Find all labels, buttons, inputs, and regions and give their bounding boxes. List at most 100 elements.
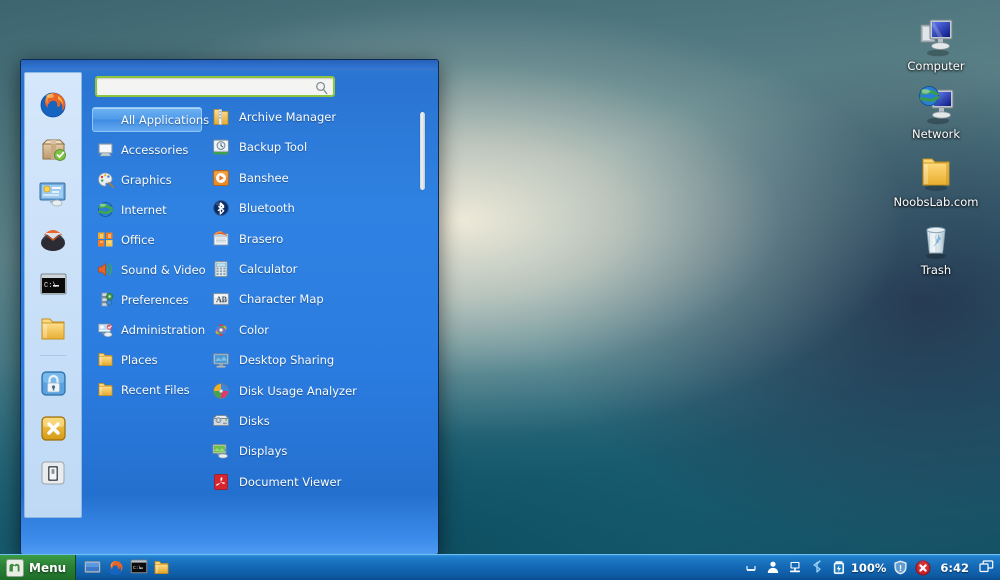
category-all-applications[interactable]: All Applications	[92, 107, 209, 132]
firefox-icon[interactable]	[107, 559, 124, 576]
search-box[interactable]	[95, 76, 335, 97]
minimize-tray-icon[interactable]	[744, 560, 759, 575]
desktop-sharing-icon	[212, 351, 230, 369]
thunderbird-icon	[38, 225, 68, 253]
app-label: Color	[239, 322, 270, 337]
app-archive-manager[interactable]: Archive Manager	[208, 106, 432, 128]
app-color[interactable]: Color	[208, 319, 432, 341]
category-graphics[interactable]: Graphics	[92, 167, 202, 192]
search-icon[interactable]	[315, 81, 328, 95]
places-icon	[97, 351, 114, 368]
category-places[interactable]: Places	[92, 347, 202, 372]
banshee-icon	[212, 169, 230, 187]
menu-favorites-panel: C:\	[24, 72, 82, 518]
favorite-logout[interactable]	[31, 406, 75, 450]
desktop-icon-label: Trash	[920, 263, 952, 277]
desktop-icon-computer[interactable]: Computer	[884, 14, 988, 73]
calculator-icon	[212, 260, 230, 278]
menu-application-list[interactable]: Archive Manager Backup Tool Banshee Blue…	[202, 106, 432, 554]
desktop-icon-label: NoobsLab.com	[893, 195, 979, 209]
firefox-icon	[38, 89, 68, 119]
svg-text:B: B	[222, 295, 228, 304]
menu-title-strip	[21, 60, 438, 70]
favorite-thunderbird[interactable]	[31, 217, 75, 261]
desktop-icon-noobslab[interactable]: NoobsLab.com	[884, 150, 988, 209]
desktop-icon-trash[interactable]: Trash	[884, 218, 988, 277]
favorite-software-manager[interactable]	[31, 127, 75, 171]
internet-icon	[97, 201, 114, 218]
category-label: Internet	[121, 202, 167, 217]
app-label: Bluetooth	[239, 201, 295, 216]
mint-logo-icon	[6, 558, 24, 577]
bluetooth-icon	[212, 199, 230, 217]
terminal-icon[interactable]: C:\	[130, 559, 148, 576]
category-sound-video[interactable]: Sound & Video	[92, 257, 206, 282]
app-character-map[interactable]: A B Character Map	[208, 288, 432, 310]
menu-categories-list: All Applications Accessories Graphics In…	[92, 106, 209, 554]
category-label: Recent Files	[121, 382, 190, 397]
files-icon[interactable]	[153, 559, 170, 576]
mint-menu-window[interactable]: C:\ All Applications Accessories Graphic…	[20, 59, 439, 555]
computer-icon	[912, 14, 960, 58]
app-document-viewer[interactable]: Document Viewer	[208, 471, 432, 493]
category-accessories[interactable]: Accessories	[92, 137, 202, 162]
error-badge-icon[interactable]	[915, 560, 931, 576]
app-bluetooth[interactable]: Bluetooth	[208, 197, 432, 219]
update-shield-icon[interactable]	[893, 560, 908, 575]
document-viewer-icon	[212, 473, 230, 491]
favorite-terminal[interactable]: C:\	[31, 262, 75, 306]
color-icon	[212, 321, 230, 339]
quick-launch-bar: C:\	[76, 559, 178, 576]
menu-button[interactable]: Menu	[0, 554, 77, 580]
app-banshee[interactable]: Banshee	[208, 167, 432, 189]
search-input[interactable]	[97, 78, 333, 95]
sound-video-icon	[97, 261, 114, 278]
app-disks[interactable]: Disks	[208, 410, 432, 432]
clock[interactable]: 6:42	[937, 561, 972, 575]
app-list-scrollbar[interactable]	[420, 112, 425, 190]
bluetooth-tray-icon[interactable]	[810, 560, 825, 575]
workspace-switcher-icon[interactable]	[979, 560, 994, 575]
battery-percent-label: 100%	[850, 560, 887, 575]
app-label: Desktop Sharing	[239, 353, 335, 368]
software-manager-icon	[39, 135, 68, 164]
app-brasero[interactable]: Brasero	[208, 228, 432, 250]
category-label: Administration	[121, 322, 206, 337]
logout-icon	[40, 415, 67, 442]
app-label: Calculator	[239, 261, 298, 276]
category-label: Places	[121, 352, 158, 367]
user-icon[interactable]	[766, 560, 781, 575]
favorite-control-center[interactable]	[31, 172, 75, 216]
app-label: Disk Usage Analyzer	[239, 383, 357, 398]
battery-icon[interactable]	[832, 560, 847, 575]
category-label: Graphics	[121, 172, 172, 187]
disks-icon	[212, 412, 230, 430]
network-tray-icon[interactable]	[788, 560, 803, 575]
preferences-icon	[97, 291, 114, 308]
desktop-background[interactable]: Computer Network NoobsLab.com Trash C:\ …	[0, 0, 1000, 580]
category-preferences[interactable]: Preferences	[92, 287, 202, 312]
desktop-icon-network[interactable]: Network	[884, 82, 988, 141]
administration-icon	[97, 321, 114, 338]
app-calculator[interactable]: Calculator	[208, 258, 432, 280]
favorite-files[interactable]	[31, 307, 75, 351]
app-disk-usage-analyzer[interactable]: Disk Usage Analyzer	[208, 380, 432, 402]
favorite-firefox[interactable]	[31, 82, 75, 126]
app-label: Brasero	[239, 231, 284, 246]
category-office[interactable]: Office	[92, 227, 202, 252]
favorite-quit[interactable]	[31, 451, 75, 495]
favorite-lock-screen[interactable]	[31, 361, 75, 405]
app-backup-tool[interactable]: Backup Tool	[208, 136, 432, 158]
trash-icon	[912, 218, 960, 262]
app-desktop-sharing[interactable]: Desktop Sharing	[208, 349, 432, 371]
category-label: All Applications	[121, 112, 210, 127]
category-label: Sound & Video	[121, 262, 206, 277]
app-displays[interactable]: Displays	[208, 440, 432, 462]
category-administration[interactable]: Administration	[92, 317, 206, 342]
disk-usage-icon	[212, 382, 230, 400]
accessories-icon	[97, 141, 114, 158]
category-recent-files[interactable]: Recent Files	[92, 377, 202, 402]
office-icon	[97, 231, 114, 248]
show-desktop-icon[interactable]	[84, 559, 101, 576]
category-internet[interactable]: Internet	[92, 197, 202, 222]
